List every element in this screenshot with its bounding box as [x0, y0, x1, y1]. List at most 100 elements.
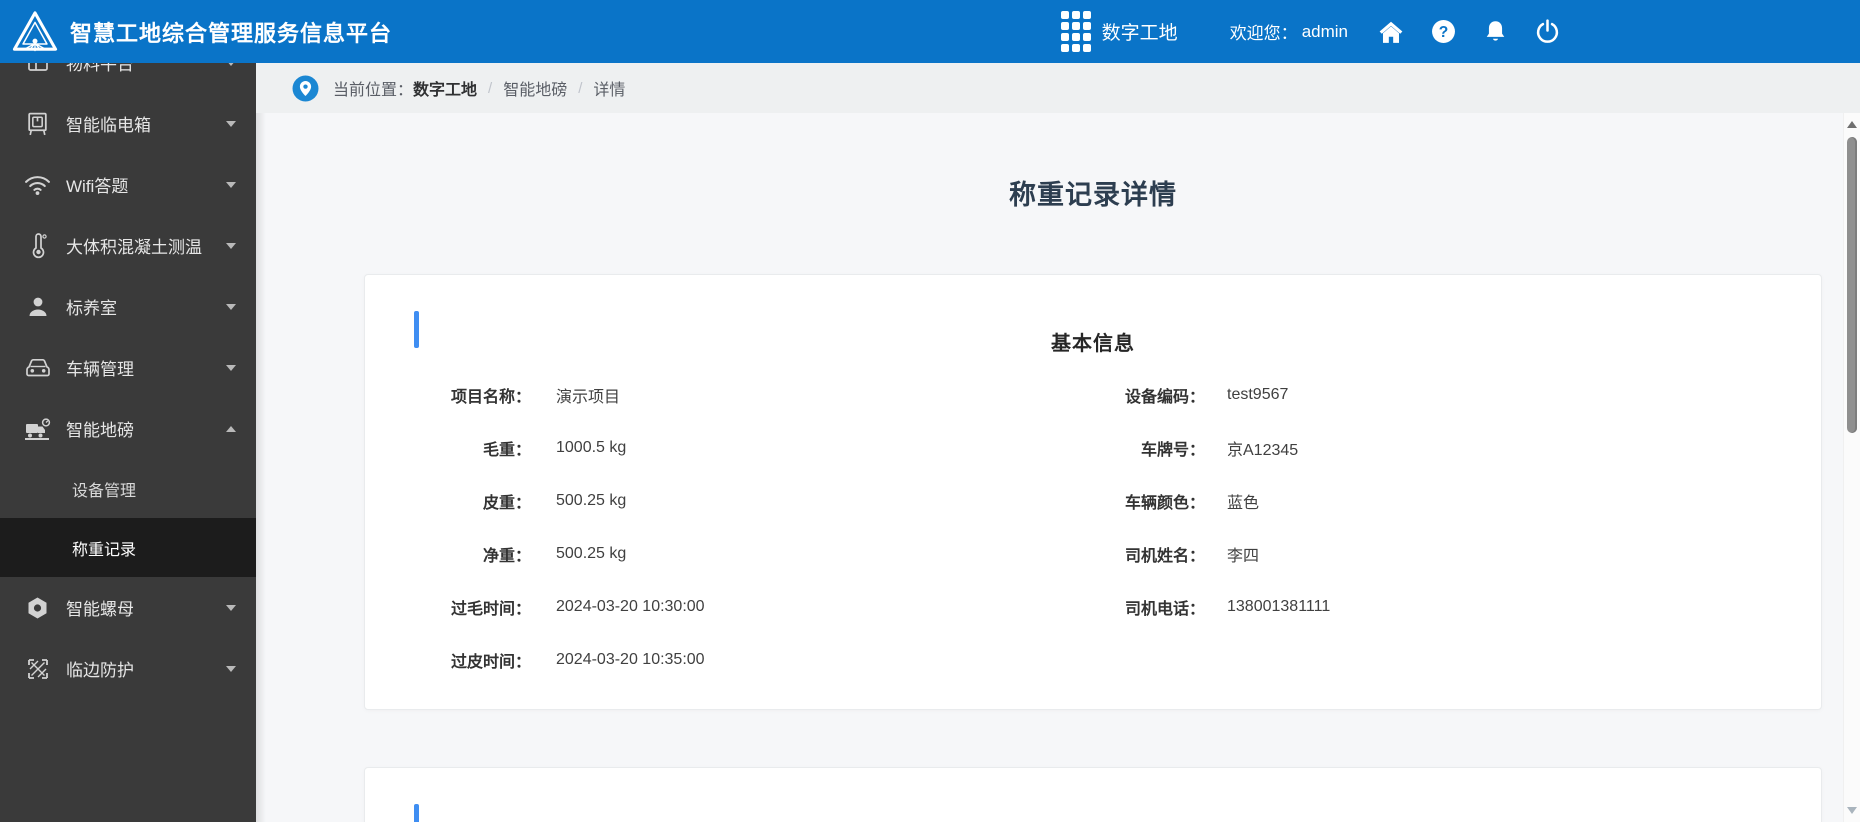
sidebar-item-concrete-temperature[interactable]: 大体积混凝土测温 — [0, 215, 256, 276]
username: admin — [1301, 21, 1348, 41]
person-icon — [24, 293, 51, 320]
power-box-icon — [24, 110, 51, 137]
top-header-bar: 智慧工地综合管理服务信息平台 数字工地 欢迎您： admin ? — [0, 0, 1860, 63]
sidebar-item-label: 标养室 — [66, 299, 117, 318]
field-row-gross-time: 过毛时间： 2024-03-20 10:30:00 — [365, 580, 1093, 633]
sidebar-item-label: 物料平台 — [66, 63, 134, 74]
breadcrumb-bar: 当前位置： 数字工地 / 智能地磅 / 详情 — [256, 63, 1860, 113]
power-icon[interactable] — [1534, 19, 1560, 45]
sidebar-item-wifi-quiz[interactable]: Wifi答题 — [0, 154, 256, 215]
field-row-tare-time: 过皮时间： 2024-03-20 10:35:00 — [365, 633, 1093, 686]
chevron-down-icon — [226, 120, 236, 127]
sidebar-subitem-device-management[interactable]: 设备管理 — [0, 459, 256, 518]
field-row-project-name: 项目名称： 演示项目 — [365, 368, 1093, 421]
field-value: test9567 — [1227, 385, 1289, 403]
scrollbar-up-arrow-icon[interactable] — [1847, 121, 1857, 128]
sidebar-item-label: Wifi答题 — [66, 177, 129, 196]
chevron-down-icon — [226, 181, 236, 188]
field-value: 2024-03-20 10:30:00 — [556, 597, 705, 615]
field-row-vehicle-color: 车辆颜色： 蓝色 — [1093, 474, 1821, 527]
scrollbar-thumb[interactable] — [1847, 137, 1857, 433]
wifi-icon — [24, 171, 51, 198]
section-title-attachment: 附件 — [365, 818, 1821, 822]
nut-icon — [24, 594, 51, 621]
scrollbar — [1843, 113, 1860, 822]
help-icon[interactable]: ? — [1430, 19, 1456, 45]
sidebar-item-smart-weighbridge[interactable]: 智能地磅 — [0, 398, 256, 459]
main-content: 称重记录详情 基本信息 项目名称： 演示项目 毛重： 1000.5 kg 皮重： — [256, 113, 1860, 822]
field-value: 李四 — [1227, 547, 1260, 565]
field-value: 500.25 kg — [556, 491, 627, 509]
chevron-down-icon — [226, 364, 236, 371]
header-right-cluster: 数字工地 欢迎您： admin ? — [1060, 0, 1560, 63]
sidebar-item-material-platform[interactable]: 物料平台 — [0, 63, 256, 93]
sidebar-item-vehicle-management[interactable]: 车辆管理 — [0, 337, 256, 398]
field-value: 京A12345 — [1227, 441, 1299, 459]
field-row-tare-weight: 皮重： 500.25 kg — [365, 474, 1093, 527]
sidebar-item-smart-nut[interactable]: 智能螺母 — [0, 577, 256, 638]
field-row-driver-phone: 司机电话： 138001381111 — [1093, 580, 1821, 633]
thermometer-icon — [24, 232, 51, 259]
apps-label: 数字工地 — [1101, 23, 1178, 44]
platform-logo-icon — [12, 10, 58, 54]
platform-title: 智慧工地综合管理服务信息平台 — [70, 20, 393, 46]
car-icon — [24, 354, 51, 381]
breadcrumb-prefix: 当前位置： — [333, 82, 414, 99]
field-label: 净重： — [482, 547, 531, 565]
chevron-down-icon — [226, 242, 236, 249]
apps-launcher[interactable]: 数字工地 — [1060, 11, 1178, 52]
breadcrumb-separator: / — [578, 79, 583, 97]
field-value: 138001381111 — [1227, 597, 1331, 615]
field-value: 蓝色 — [1227, 494, 1260, 512]
field-label: 车辆颜色： — [1124, 494, 1205, 512]
field-row-plate-number: 车牌号： 京A12345 — [1093, 421, 1821, 474]
field-row-gross-weight: 毛重： 1000.5 kg — [365, 421, 1093, 474]
weighbridge-icon — [24, 415, 51, 442]
sidebar-subitem-label: 称重记录 — [72, 541, 137, 559]
chevron-down-icon — [226, 303, 236, 310]
basic-info-card: 基本信息 项目名称： 演示项目 毛重： 1000.5 kg 皮重： 500.25… — [364, 274, 1822, 710]
breadcrumb-item-weighbridge[interactable]: 智能地磅 — [503, 76, 567, 100]
field-label: 项目名称： — [450, 388, 531, 406]
field-value: 2024-03-20 10:35:00 — [556, 650, 705, 668]
sidebar-item-smart-power-box[interactable]: 智能临电箱 — [0, 93, 256, 154]
field-label: 毛重： — [482, 441, 531, 459]
field-row-net-weight: 净重： 500.25 kg — [365, 527, 1093, 580]
sidebar-item-label: 车辆管理 — [66, 360, 134, 379]
sidebar-subitem-label: 设备管理 — [72, 482, 137, 500]
field-label: 皮重： — [482, 494, 531, 512]
field-label: 车牌号： — [1140, 441, 1205, 459]
home-icon[interactable] — [1378, 19, 1404, 45]
sidebar-item-label: 智能地磅 — [66, 421, 134, 440]
sidebar-item-curing-room[interactable]: 标养室 — [0, 276, 256, 337]
field-value: 演示项目 — [556, 388, 621, 406]
sidebar-item-label: 大体积混凝土测温 — [66, 238, 202, 257]
sidebar-item-edge-protection[interactable]: 临边防护 — [0, 638, 256, 699]
sidebar-item-label: 智能临电箱 — [66, 116, 151, 135]
chevron-down-icon — [226, 665, 236, 672]
sidebar-subitem-weighing-records[interactable]: 称重记录 — [0, 518, 256, 577]
sidebar-shadow — [256, 113, 266, 822]
field-row-driver-name: 司机姓名： 李四 — [1093, 527, 1821, 580]
attachment-card: 附件 — [364, 767, 1822, 822]
page-title: 称重记录详情 — [1009, 180, 1177, 211]
sidebar-item-label: 临边防护 — [66, 661, 134, 680]
field-label: 司机电话： — [1124, 600, 1205, 618]
chevron-up-icon — [226, 425, 236, 432]
field-label: 过毛时间： — [450, 600, 531, 618]
field-value: 1000.5 kg — [556, 438, 627, 456]
field-label: 司机姓名： — [1124, 547, 1205, 565]
chevron-down-icon — [226, 604, 236, 611]
field-label: 设备编码： — [1124, 388, 1205, 406]
field-column-left: 项目名称： 演示项目 毛重： 1000.5 kg 皮重： 500.25 kg 净… — [365, 368, 1093, 686]
scrollbar-down-arrow-icon[interactable] — [1847, 807, 1857, 814]
sidebar: 物料平台 智能临电箱 Wifi答题 大体积混凝土测温 标养室 车辆管理 智能地磅… — [0, 63, 256, 822]
breadcrumb-item-detail: 详情 — [593, 82, 626, 99]
field-value: 500.25 kg — [556, 544, 627, 562]
bell-icon[interactable] — [1482, 19, 1508, 45]
breadcrumb-separator: / — [488, 79, 493, 97]
breadcrumb-item-root[interactable]: 数字工地 — [413, 76, 477, 100]
chevron-down-icon — [226, 63, 236, 66]
fence-icon — [24, 655, 51, 682]
app-window: 智慧工地综合管理服务信息平台 数字工地 欢迎您： admin ? 物料平台 智能… — [0, 0, 1860, 822]
